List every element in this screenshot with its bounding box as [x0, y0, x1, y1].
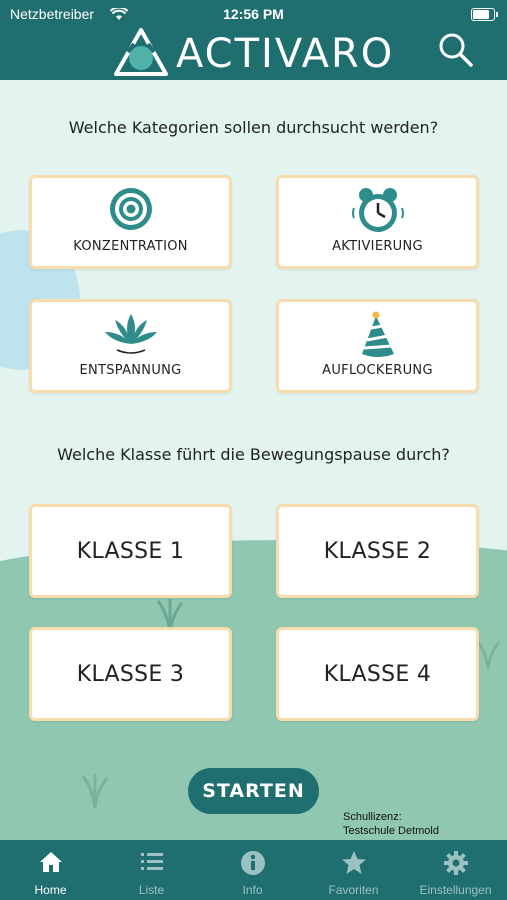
start-button[interactable]: STARTEN — [188, 768, 319, 814]
app-header: ACTIVARO — [0, 28, 507, 80]
status-bar: Netzbetreiber 12:56 PM — [0, 0, 507, 28]
category-label: AKTIVIERUNG — [332, 239, 423, 254]
lotus-icon — [103, 310, 159, 360]
tab-label: Home — [34, 883, 67, 897]
target-icon — [108, 186, 154, 236]
tab-liste[interactable]: Liste — [101, 840, 202, 900]
category-label: KONZENTRATION — [73, 239, 188, 254]
license-title: Schullizenz: — [343, 811, 402, 823]
gear-icon — [404, 850, 507, 876]
tab-label: Favoriten — [328, 883, 379, 897]
class-label: KLASSE 2 — [323, 538, 432, 564]
tab-favoriten[interactable]: Favoriten — [303, 840, 404, 900]
category-konzentration[interactable]: KONZENTRATION — [29, 175, 232, 269]
class-1-button[interactable]: KLASSE 1 — [29, 504, 232, 598]
home-icon — [0, 850, 101, 874]
category-aktivierung[interactable]: AKTIVIERUNG — [276, 175, 479, 269]
alarm-clock-icon — [351, 186, 404, 238]
battery-icon — [471, 8, 498, 21]
class-label: KLASSE 1 — [76, 538, 185, 564]
list-icon — [101, 850, 202, 874]
license-info: Schullizenz: Testschule Detmold — [343, 810, 439, 838]
classes-question: Welche Klasse führt die Bewegungspause d… — [57, 445, 450, 464]
star-icon — [303, 850, 404, 876]
category-label: ENTSPANNUNG — [79, 363, 182, 378]
class-label: KLASSE 4 — [323, 661, 432, 687]
license-school: Testschule Detmold — [343, 825, 439, 837]
class-label: KLASSE 3 — [76, 661, 185, 687]
tab-label: Einstellungen — [419, 883, 492, 897]
category-entspannung[interactable]: ENTSPANNUNG — [29, 299, 232, 393]
clock: 12:56 PM — [223, 6, 284, 22]
party-hat-icon — [356, 310, 400, 364]
search-icon[interactable] — [436, 30, 476, 74]
tab-label: Info — [242, 883, 263, 897]
tab-bar: Home Liste Info Favoriten Einstellungen — [0, 840, 507, 900]
class-2-button[interactable]: KLASSE 2 — [276, 504, 479, 598]
tab-einstellungen[interactable]: Einstellungen — [404, 840, 507, 900]
class-4-button[interactable]: KLASSE 4 — [276, 627, 479, 721]
category-auflockerung[interactable]: AUFLOCKERUNG — [276, 299, 479, 393]
activaro-logo-icon — [110, 22, 172, 88]
tab-label: Liste — [138, 883, 165, 897]
category-label: AUFLOCKERUNG — [322, 363, 433, 378]
tab-info[interactable]: Info — [202, 840, 303, 900]
class-3-button[interactable]: KLASSE 3 — [29, 627, 232, 721]
app-title: ACTIVARO — [176, 31, 395, 77]
info-icon — [202, 850, 303, 876]
grass-icon — [81, 774, 109, 809]
categories-question: Welche Kategorien sollen durchsucht werd… — [68, 118, 439, 137]
tab-home[interactable]: Home — [0, 840, 101, 900]
